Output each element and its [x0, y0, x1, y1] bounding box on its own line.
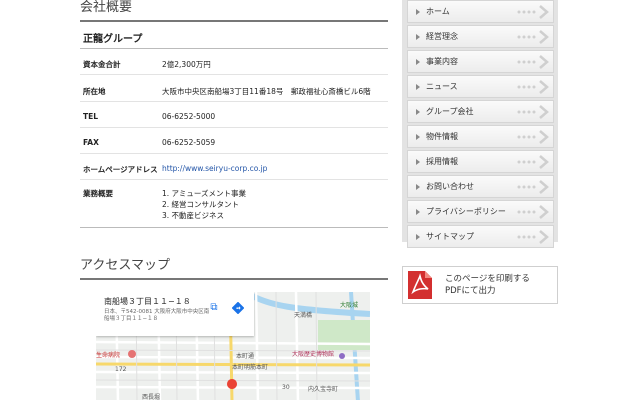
map-label-osakajo: 大阪城 [340, 302, 359, 309]
park-area [318, 320, 370, 350]
map-label-honmachi: 本町通 [236, 353, 255, 360]
table-row: TEL 06-6252-5000 [80, 101, 388, 128]
table-row: 正龍グループ [80, 22, 388, 49]
bullet-icon [416, 58, 420, 65]
sidebar-item-privacy[interactable]: プライバシーポリシー [407, 200, 554, 223]
map-label-udoen: 内久宝寺町 [308, 386, 339, 393]
sidebar-item-label: 経営理念 [426, 32, 458, 41]
sidebar-item-sitemap[interactable]: サイトマップ [407, 225, 554, 248]
hospital-marker[interactable] [128, 350, 136, 358]
chevron-right-icon [517, 180, 549, 194]
row-label-tel: TEL [80, 101, 162, 128]
museum-marker[interactable] [339, 353, 345, 359]
row-value-fax: 06-6252-5059 [162, 127, 388, 154]
main-content: 会社概要 正龍グループ 資本金合計 2億2,300万円 所在地 大阪市中央区南船… [80, 0, 388, 280]
open-external-icon[interactable]: ⧉ [208, 302, 220, 314]
bullet-icon [416, 183, 420, 190]
row-value-homepage: http://www.seiryu-corp.co.jp [162, 153, 388, 180]
bullet-icon [416, 83, 420, 90]
google-map[interactable]: 天満橋 大阪城 本町通 本町明筋本町 大阪歴史博物館 生命病院 西長堀 内久宝寺… [96, 292, 370, 400]
chevron-right-icon [517, 130, 549, 144]
map-label-hospital: 生命病院 [96, 352, 121, 359]
company-name: 正龍グループ [80, 22, 388, 49]
chevron-right-icon [517, 205, 549, 219]
chevron-right-icon [517, 80, 549, 94]
map-place-title: 南船場３丁目１１−１８ [104, 297, 191, 306]
table-row: 所在地 大阪市中央区南船場3丁目11番18号 郵政福祉心斎橋ビル6階 [80, 74, 388, 102]
bullet-icon [416, 158, 420, 165]
bullet-icon [416, 108, 420, 115]
row-value-capital: 2億2,300万円 [162, 48, 388, 75]
map-label-honmachi-ave: 本町明筋本町 [232, 364, 269, 371]
chevron-right-icon [517, 105, 549, 119]
row-label-fax: FAX [80, 127, 162, 154]
sidebar-item-business[interactable]: 事業内容 [407, 50, 554, 73]
row-label-business: 業務概要 [80, 179, 162, 228]
bullet-icon [416, 133, 420, 140]
bullet-icon [416, 33, 420, 40]
chevron-right-icon [517, 30, 549, 44]
map-label-museum: 大阪歴史博物館 [292, 351, 335, 358]
map-label-nishinagahori: 西長堀 [142, 394, 161, 400]
section-title-access: アクセスマップ [80, 258, 388, 280]
homepage-link[interactable]: http://www.seiryu-corp.co.jp [162, 164, 267, 173]
sidebar-item-news[interactable]: ニュース [407, 75, 554, 98]
list-item: 1. アミューズメント事業 [162, 188, 247, 198]
sidebar-item-recruit[interactable]: 採用情報 [407, 150, 554, 173]
map-label-route172: 172 [115, 366, 127, 373]
map-place-address: 日本、〒542-0081 大阪府大阪市中央区南船場３丁目１１−１８ [104, 309, 210, 322]
row-label-capital: 資本金合計 [80, 48, 162, 75]
business-list: 1. アミューズメント事業 2. 経営コンサルタント 3. 不動産ビジネス [162, 179, 388, 228]
sidebar-item-contact[interactable]: お問い合わせ [407, 175, 554, 198]
sidebar-item-label: プライバシーポリシー [426, 207, 506, 216]
map-label-route30: 30 [282, 384, 290, 391]
row-value-tel: 06-6252-5000 [162, 101, 388, 128]
pdf-icon [408, 271, 432, 299]
row-label-homepage: ホームページアドレス [80, 153, 162, 180]
sidebar-item-group[interactable]: グループ会社 [407, 100, 554, 123]
pdf-button-line2: PDFにて出力 [445, 286, 496, 296]
sidebar-item-label: 物件情報 [426, 132, 458, 141]
sidebar-item-label: 採用情報 [426, 157, 458, 166]
table-row: 業務概要 1. アミューズメント事業 2. 経営コンサルタント 3. 不動産ビジ… [80, 179, 388, 228]
sidebar-item-philosophy[interactable]: 経営理念 [407, 25, 554, 48]
section-title-overview: 会社概要 [80, 0, 388, 22]
bullet-icon [416, 233, 420, 240]
sidebar-item-label: ホーム [426, 7, 450, 16]
map-place-card: 南船場３丁目１１−１８ 日本、〒542-0081 大阪府大阪市中央区南船場３丁目… [96, 292, 254, 336]
bullet-icon [416, 8, 420, 15]
sidebar-item-label: グループ会社 [426, 107, 474, 116]
directions-icon[interactable] [232, 302, 244, 314]
table-row: 資本金合計 2億2,300万円 [80, 48, 388, 75]
pdf-button-line1: このページを印刷する [445, 274, 530, 284]
list-item: 2. 経営コンサルタント [162, 199, 240, 209]
sidebar-item-label: お問い合わせ [426, 182, 474, 191]
list-item: 3. 不動産ビジネス [162, 210, 225, 220]
map-label-tenma: 天満橋 [294, 312, 313, 319]
sidebar-item-home[interactable]: ホーム [407, 0, 554, 23]
chevron-right-icon [517, 155, 549, 169]
table-row: FAX 06-6252-5059 [80, 127, 388, 154]
sidebar-item-label: サイトマップ [426, 232, 474, 241]
sidebar-item-label: 事業内容 [426, 57, 458, 66]
chevron-right-icon [517, 230, 549, 244]
chevron-right-icon [517, 55, 549, 69]
bullet-icon [416, 208, 420, 215]
pdf-button-label: このページを印刷する PDFにて出力 [445, 273, 530, 297]
row-value-address: 大阪市中央区南船場3丁目11番18号 郵政福祉心斎橋ビル6階 [162, 74, 388, 102]
print-pdf-button[interactable]: このページを印刷する PDFにて出力 [402, 266, 558, 304]
chevron-right-icon [517, 5, 549, 19]
sidebar-item-label: ニュース [426, 82, 458, 91]
sidebar-nav: ホーム 経営理念 事業内容 ニュース グループ会社 物件情報 採用情報 お問い合… [402, 0, 558, 248]
company-info-table: 正龍グループ 資本金合計 2億2,300万円 所在地 大阪市中央区南船場3丁目1… [80, 22, 388, 228]
table-row: ホームページアドレス http://www.seiryu-corp.co.jp [80, 153, 388, 180]
row-label-address: 所在地 [80, 74, 162, 102]
sidebar-item-property[interactable]: 物件情報 [407, 125, 554, 148]
